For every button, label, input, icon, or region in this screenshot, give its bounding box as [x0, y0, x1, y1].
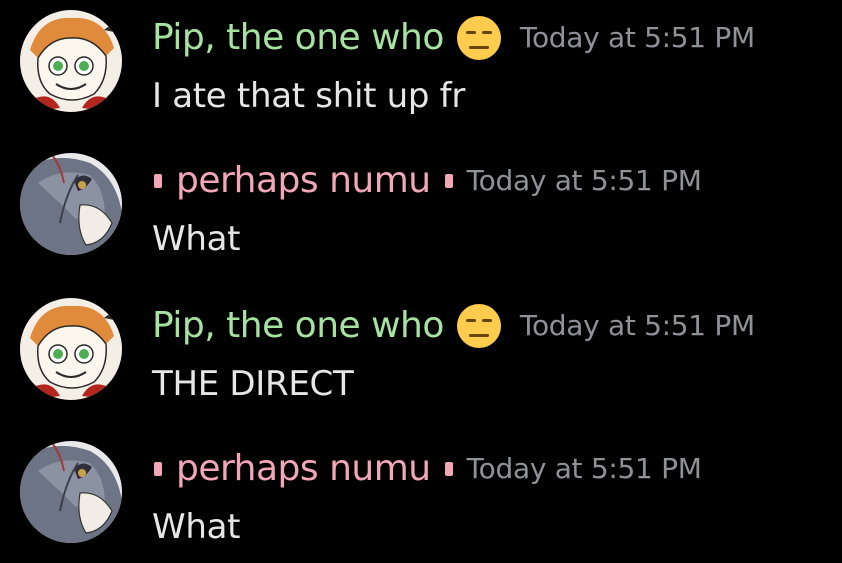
message-text: What	[152, 219, 241, 259]
author-name[interactable]: perhaps numu	[176, 445, 431, 493]
message-header: perhaps numu Today at 5:51 PM	[152, 445, 702, 493]
avatar-pip[interactable]	[20, 298, 122, 400]
message-item: Pip, the one who Today at 5:51 PM I ate …	[0, 0, 842, 130]
timestamp[interactable]: Today at 5:51 PM	[520, 14, 755, 62]
message-text: THE DIRECT	[152, 364, 354, 404]
expressionless-face-icon	[456, 303, 502, 349]
avatar-numu[interactable]	[20, 153, 122, 255]
role-dot-right	[444, 174, 453, 188]
timestamp[interactable]: Today at 5:51 PM	[467, 157, 702, 205]
role-dot-left	[154, 174, 162, 188]
message-text: I ate that shit up fr	[152, 76, 466, 116]
author-name[interactable]: perhaps numu	[176, 157, 431, 205]
role-dot-right	[444, 462, 453, 476]
timestamp[interactable]: Today at 5:51 PM	[467, 445, 702, 493]
message-header: Pip, the one who Today at 5:51 PM	[152, 302, 755, 350]
avatar-numu[interactable]	[20, 441, 122, 543]
author-name[interactable]: Pip, the one who	[152, 14, 444, 62]
avatar-pip[interactable]	[20, 10, 122, 112]
message-text: What	[152, 507, 241, 547]
message-header: perhaps numu Today at 5:51 PM	[152, 157, 702, 205]
message-item: perhaps numu Today at 5:51 PM What	[0, 143, 842, 273]
expressionless-face-icon	[456, 15, 502, 61]
role-dot-left	[154, 462, 162, 476]
message-item: Pip, the one who Today at 5:51 PM THE DI…	[0, 288, 842, 418]
message-header: Pip, the one who Today at 5:51 PM	[152, 14, 755, 62]
author-name[interactable]: Pip, the one who	[152, 302, 444, 350]
message-item: perhaps numu Today at 5:51 PM What	[0, 431, 842, 561]
timestamp[interactable]: Today at 5:51 PM	[520, 302, 755, 350]
